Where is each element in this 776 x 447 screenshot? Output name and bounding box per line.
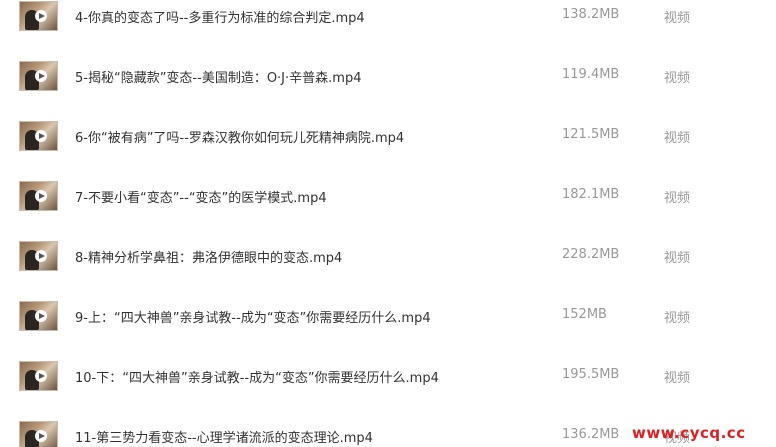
play-icon [35, 10, 47, 22]
file-size: 195.5MB [562, 367, 620, 382]
video-thumbnail[interactable] [19, 361, 58, 391]
file-size: 182.1MB [562, 187, 620, 202]
video-thumbnail[interactable] [19, 61, 58, 91]
file-row[interactable]: 8-精神分析学鼻祖：弗洛伊德眼中的变态.mp4 228.2MB 视频 [0, 240, 776, 300]
video-thumbnail[interactable] [19, 421, 58, 447]
watermark: www.cycq.cc [632, 424, 746, 442]
file-size: 136.2MB [562, 427, 620, 442]
file-type: 视频 [664, 371, 691, 386]
play-icon [35, 70, 47, 82]
video-thumbnail[interactable] [19, 1, 58, 31]
file-name[interactable]: 7-不要小看“变态”--“变态”的医学模式.mp4 [75, 187, 327, 206]
video-thumbnail[interactable] [19, 301, 58, 331]
play-icon [35, 250, 47, 262]
play-icon [35, 190, 47, 202]
file-name[interactable]: 8-精神分析学鼻祖：弗洛伊德眼中的变态.mp4 [75, 247, 342, 266]
file-size: 138.2MB [562, 7, 620, 22]
file-type: 视频 [664, 191, 691, 206]
play-icon [35, 130, 47, 142]
play-icon [35, 370, 47, 382]
file-type: 视频 [664, 311, 691, 326]
file-row[interactable]: 7-不要小看“变态”--“变态”的医学模式.mp4 182.1MB 视频 [0, 180, 776, 240]
file-size: 121.5MB [562, 127, 620, 142]
file-type: 视频 [664, 251, 691, 266]
file-name[interactable]: 11-第三势力看变态--心理学诸流派的变态理论.mp4 [75, 427, 373, 446]
file-row[interactable]: 5-揭秘“隐藏款”变态--美国制造：O·J·辛普森.mp4 119.4MB 视频 [0, 60, 776, 120]
video-thumbnail[interactable] [19, 241, 58, 271]
file-row[interactable]: 9-上：“四大神兽”亲身试教--成为“变态”你需要经历什么.mp4 152MB … [0, 300, 776, 360]
file-name[interactable]: 5-揭秘“隐藏款”变态--美国制造：O·J·辛普森.mp4 [75, 67, 361, 86]
play-icon [35, 430, 47, 442]
file-type: 视频 [664, 11, 691, 26]
video-thumbnail[interactable] [19, 181, 58, 211]
file-name[interactable]: 9-上：“四大神兽”亲身试教--成为“变态”你需要经历什么.mp4 [75, 307, 431, 326]
file-name[interactable]: 6-你“被有病”了吗--罗森汉教你如何玩儿死精神病院.mp4 [75, 127, 404, 146]
file-row[interactable]: 4-你真的变态了吗--多重行为标准的综合判定.mp4 138.2MB 视频 [0, 0, 776, 60]
file-name[interactable]: 4-你真的变态了吗--多重行为标准的综合判定.mp4 [75, 7, 365, 26]
file-type: 视频 [664, 71, 691, 86]
file-size: 119.4MB [562, 67, 620, 82]
file-row[interactable]: 10-下：“四大神兽”亲身试教--成为“变态”你需要经历什么.mp4 195.5… [0, 360, 776, 420]
file-size: 152MB [562, 307, 607, 322]
file-row[interactable]: 6-你“被有病”了吗--罗森汉教你如何玩儿死精神病院.mp4 121.5MB 视… [0, 120, 776, 180]
play-icon [35, 310, 47, 322]
file-type: 视频 [664, 131, 691, 146]
file-size: 228.2MB [562, 247, 620, 262]
file-name[interactable]: 10-下：“四大神兽”亲身试教--成为“变态”你需要经历什么.mp4 [75, 367, 439, 386]
file-list: 4-你真的变态了吗--多重行为标准的综合判定.mp4 138.2MB 视频 5-… [0, 0, 776, 447]
video-thumbnail[interactable] [19, 121, 58, 151]
